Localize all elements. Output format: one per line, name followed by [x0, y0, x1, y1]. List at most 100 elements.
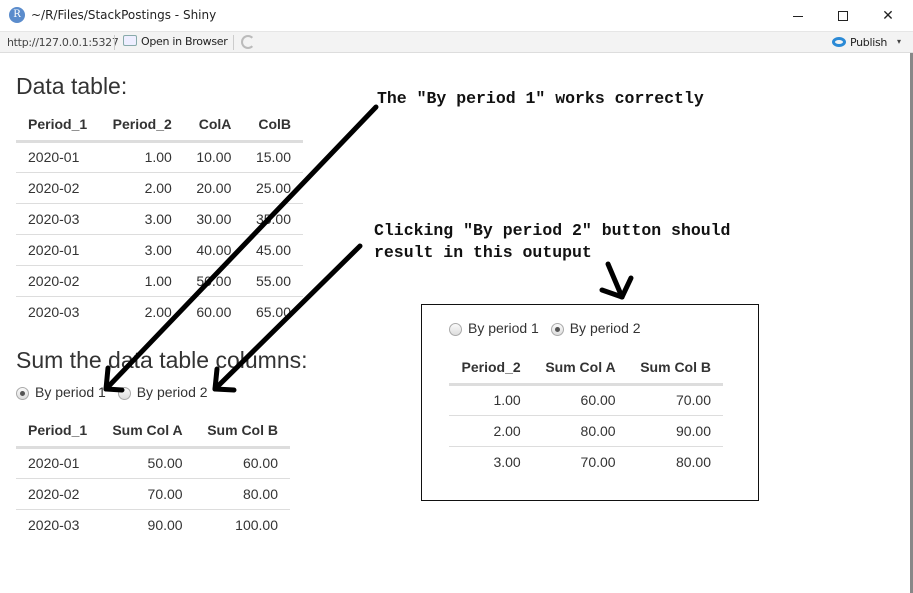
table-cell: 2020-03 [16, 295, 100, 327]
refresh-icon[interactable] [241, 35, 255, 49]
table-cell: 2020-02 [16, 171, 100, 203]
table-cell: 90.00 [627, 414, 723, 446]
arrowhead-stroke [619, 275, 634, 300]
table-cell: 80.00 [532, 414, 628, 446]
url-display: http://127.0.0.1:5327 [7, 36, 119, 49]
open-in-browser-button[interactable]: Open in Browser [123, 35, 228, 51]
toolbar-divider [233, 35, 234, 50]
table-cell: 50.00 [147, 455, 183, 471]
table-cell: 2020-01 [28, 455, 80, 471]
table-row: 1.00 60.00 70.00 [449, 384, 723, 415]
maximize-button[interactable] [820, 0, 866, 31]
expected-sum-table: Period_2 Sum Col A Sum Col B 1.00 60.00 70… [449, 352, 723, 477]
table-row: 2020-01 3.00 40.00 45.00 [16, 233, 303, 265]
radio-by-period-1[interactable]: By period 1 [449, 320, 539, 336]
table-cell: 15.00 [255, 149, 291, 165]
close-button[interactable]: ✕ [865, 0, 911, 31]
table-cell: 55.00 [243, 264, 303, 296]
table-cell: 2020-02 [16, 477, 100, 509]
table-cell: 10.00 [196, 149, 232, 165]
column-header[interactable]: ColB [243, 109, 303, 143]
column-header[interactable]: Period_1 [16, 109, 100, 143]
radio-label: By period 2 [569, 320, 641, 336]
column-header[interactable]: Period_2 [449, 352, 533, 386]
data-table: Period_1 Period_2 ColA ColB 2020-01 1.00 1… [16, 109, 303, 327]
column-header[interactable]: Sum Col B [194, 415, 290, 449]
table-cell: 90.00 [99, 508, 195, 540]
publish-dropdown-caret-icon[interactable]: ▾ [897, 37, 901, 46]
table-cell: 3.00 [99, 233, 184, 265]
sum-table: Period_1 Sum Col A Sum Col B 2020-01 50.0… [16, 415, 290, 540]
column-header[interactable]: ColA [183, 109, 244, 143]
table-cell: 65.00 [243, 295, 303, 327]
table-row: 2020-03 3.00 30.00 35.00 [16, 202, 303, 234]
arrowhead-stroke [599, 287, 625, 300]
column-header[interactable]: Period_1 [16, 415, 100, 449]
table-cell: 1.00 [144, 149, 172, 165]
table-row: 2020-03 2.00 60.00 65.00 [16, 295, 303, 327]
table-cell: 2.00 [99, 295, 184, 327]
toolbar-divider [114, 35, 115, 50]
window-title: ~/R/Files/StackPostings - Shiny [31, 8, 217, 22]
table-cell: 1.00 [99, 264, 184, 296]
column-header[interactable]: Sum Col B [627, 352, 723, 386]
table-cell: 35.00 [243, 202, 303, 234]
table-row: 2.00 80.00 90.00 [449, 414, 723, 446]
column-header[interactable]: Sum Col A [99, 415, 195, 449]
table-cell: 80.00 [194, 477, 290, 509]
window-titlebar: R ~/R/Files/StackPostings - Shiny ✕ [0, 0, 913, 31]
table-cell: 60.00 [580, 392, 616, 408]
table-row: 2020-01 1.00 10.00 15.00 [16, 141, 303, 172]
publish-button[interactable]: Publish [832, 36, 887, 49]
table-header-row: Period_1 Period_2 ColA ColB [16, 109, 303, 143]
publish-label: Publish [850, 36, 888, 49]
table-cell: 70.00 [99, 477, 195, 509]
radio-by-period-2[interactable]: By period 2 [550, 320, 641, 336]
table-row: 2020-03 90.00 100.00 [16, 508, 290, 540]
table-cell: 2020-02 [16, 264, 100, 296]
table-cell: 2020-01 [28, 149, 80, 165]
publish-icon [832, 37, 846, 47]
radio-unselected-icon[interactable] [117, 386, 131, 400]
period-radio-group: By period 1 By period 2 [16, 384, 216, 400]
table-cell: 80.00 [627, 445, 723, 477]
table-cell: 70.00 [532, 445, 628, 477]
radio-by-period-2[interactable]: By period 2 [117, 384, 208, 400]
radio-by-period-1[interactable]: By period 1 [16, 384, 106, 400]
r-app-icon: R [9, 7, 25, 23]
arrow-to-expected-box [599, 261, 634, 300]
table-header-row: Period_2 Sum Col A Sum Col B [449, 352, 723, 386]
expected-radio-group: By period 1 By period 2 [449, 320, 649, 336]
minimize-icon [793, 15, 803, 17]
radio-unselected-icon[interactable] [449, 322, 462, 336]
table-cell: 100.00 [194, 508, 290, 540]
radio-selected-icon[interactable] [16, 386, 29, 400]
radio-label: By period 2 [136, 384, 208, 400]
table-cell: 45.00 [243, 233, 303, 265]
table-cell: 3.00 [449, 445, 533, 477]
table-row: 2020-02 1.00 50.00 55.00 [16, 264, 303, 296]
table-header-row: Period_1 Sum Col A Sum Col B [16, 415, 290, 449]
table-cell: 60.00 [242, 455, 278, 471]
minimize-button[interactable] [775, 0, 821, 31]
table-cell: 2020-01 [16, 233, 100, 265]
close-icon: ✕ [882, 7, 894, 23]
arrowhead-stroke [212, 386, 237, 393]
table-cell: 1.00 [493, 392, 521, 408]
column-header[interactable]: Period_2 [99, 109, 184, 143]
table-row: 3.00 70.00 80.00 [449, 445, 723, 477]
radio-selected-icon[interactable] [550, 322, 564, 336]
table-row: 2020-01 50.00 60.00 [16, 447, 290, 478]
table-row: 2020-02 70.00 80.00 [16, 477, 290, 509]
column-header[interactable]: Sum Col A [532, 352, 628, 386]
table-row: 2020-02 2.00 20.00 25.00 [16, 171, 303, 203]
viewer-toolbar: http://127.0.0.1:5327 Open in Browser Pu… [0, 31, 913, 53]
table-cell: 2.00 [99, 171, 184, 203]
radio-label: By period 1 [468, 320, 539, 336]
annotation-note-1: The "By period 1" works correctly [377, 89, 704, 108]
table-cell: 50.00 [183, 264, 244, 296]
annotation-note-2: Clicking "By period 2" button should res… [374, 221, 731, 262]
table-cell: 20.00 [183, 171, 244, 203]
open-in-browser-label: Open in Browser [141, 35, 228, 48]
table-cell: 70.00 [675, 392, 711, 408]
